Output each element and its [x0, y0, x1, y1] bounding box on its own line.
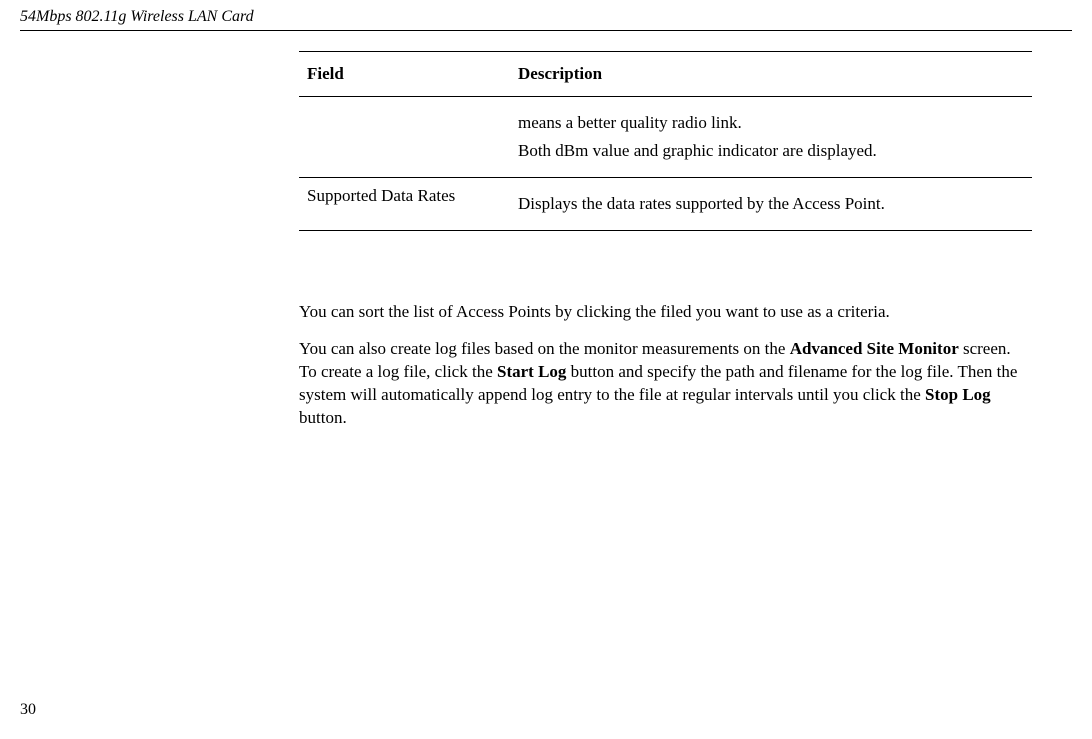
field-cell [299, 97, 510, 178]
body-text-section: You can sort the list of Access Points b… [299, 301, 1032, 430]
field-description-table: Field Description means a better quality… [299, 51, 1032, 231]
description-text: means a better quality radio link. [518, 113, 1024, 133]
description-column-header: Description [510, 52, 1032, 97]
document-header: 54Mbps 802.11g Wireless LAN Card [0, 0, 1092, 30]
description-cell: means a better quality radio link. Both … [510, 97, 1032, 178]
page-number: 30 [20, 701, 36, 719]
content-area: Field Description means a better quality… [299, 51, 1032, 430]
table-row: means a better quality radio link. Both … [299, 97, 1032, 178]
bold-term: Stop Log [925, 385, 991, 404]
description-text: Displays the data rates supported by the… [518, 194, 1024, 214]
description-cell: Displays the data rates supported by the… [510, 178, 1032, 231]
table-row: Supported Data Rates Displays the data r… [299, 178, 1032, 231]
paragraph-text: You can also create log files based on t… [299, 339, 790, 358]
paragraph-text: button. [299, 408, 347, 427]
paragraph-text: You can sort the list of Access Points b… [299, 302, 890, 321]
description-text: Both dBm value and graphic indicator are… [518, 141, 1024, 161]
paragraph: You can sort the list of Access Points b… [299, 301, 1032, 324]
header-divider [20, 30, 1072, 31]
table-header-row: Field Description [299, 52, 1032, 97]
document-title: 54Mbps 802.11g Wireless LAN Card [20, 8, 254, 25]
paragraph: You can also create log files based on t… [299, 338, 1032, 430]
bold-term: Start Log [497, 362, 566, 381]
field-column-header: Field [299, 52, 510, 97]
bold-term: Advanced Site Monitor [790, 339, 959, 358]
field-cell: Supported Data Rates [299, 178, 510, 231]
